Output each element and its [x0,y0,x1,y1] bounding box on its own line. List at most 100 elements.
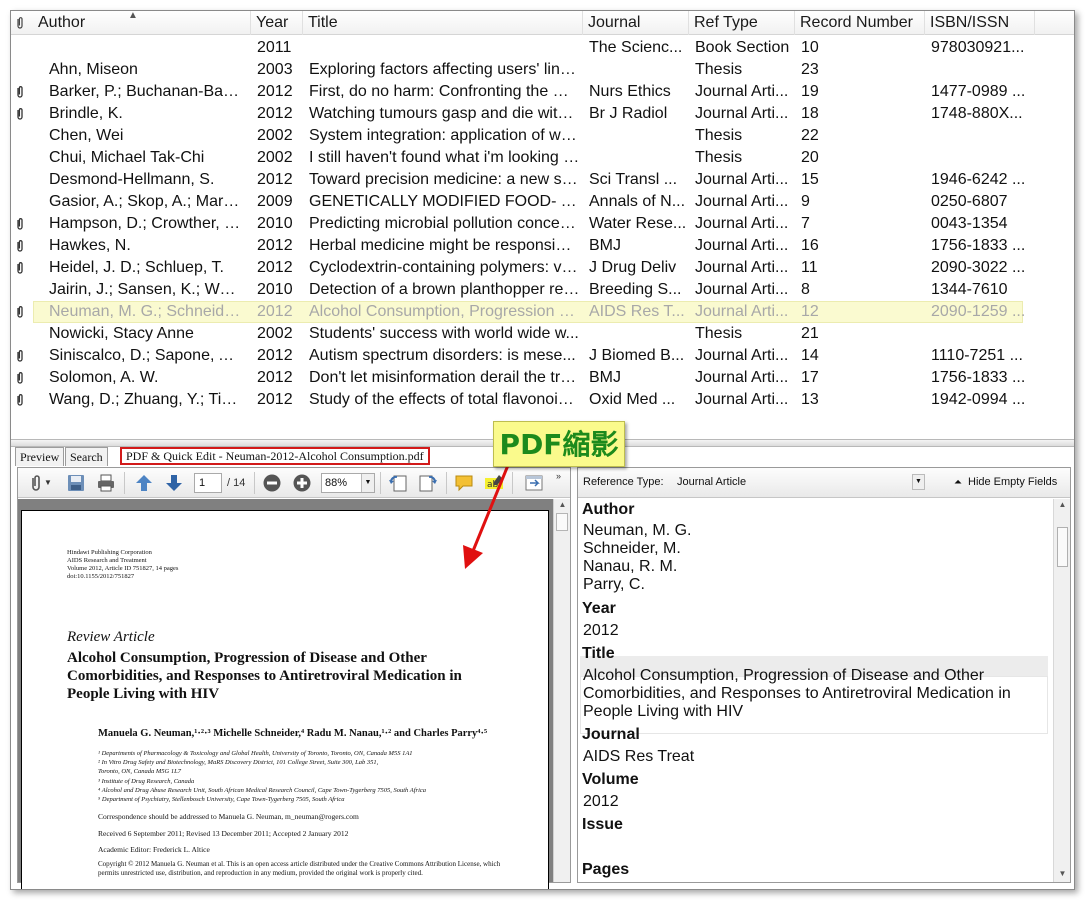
cell-isbn-issn: 0043-1354 [931,215,1008,232]
rotate-left-icon[interactable] [388,473,408,493]
cell-journal: Sci Transl ... [589,171,678,188]
tab-preview[interactable]: Preview [15,447,65,466]
column-header-journal[interactable]: Journal [583,11,689,35]
cell-record-number: 20 [801,149,819,166]
chevron-down-icon[interactable]: ▼ [912,474,925,490]
table-row[interactable]: Brindle, K. 2012 Watching tumours gasp and… [11,103,1074,125]
field-label-pages: Pages [582,861,630,878]
next-page-icon[interactable] [164,473,184,493]
toolbar-overflow-icon[interactable]: » [556,470,566,490]
table-row[interactable]: Barker, P.; Buchanan-Bark... 2012 First, d… [11,81,1074,103]
field-value-journal[interactable]: AIDS Res Treat [583,748,694,766]
pdf-publisher: Hindawi Publishing Corporation [67,549,152,556]
cell-ref-type: Journal Arti... [695,105,789,122]
cell-ref-type: Journal Arti... [695,347,789,364]
table-row[interactable]: Heidel, J. D.; Schluep, T. 2012 Cyclodextr… [11,257,1074,279]
field-value-volume[interactable]: 2012 [583,793,619,811]
toolbar-separator [254,472,255,494]
cell-record-number: 23 [801,61,819,78]
cell-author: Siniscalco, D.; Sapone, A.... [49,347,244,364]
field-label-journal: Journal [582,726,640,743]
column-header-record-number[interactable]: Record Number [795,11,925,35]
collapse-up-icon: ⏶ [954,477,962,488]
table-row[interactable]: Solomon, A. W. 2012 Don't let misinformati… [11,367,1074,389]
pdf-affiliation: ³ Institute of Drug Research, Canada [98,777,195,785]
scrollbar-thumb[interactable] [1057,527,1068,567]
cell-author: Gasior, A.; Skop, A.; Marci... [49,193,244,210]
column-header-label: Year [256,14,289,31]
page-number-input[interactable]: 1 [194,473,222,493]
column-header-title[interactable]: Title [303,11,583,35]
cell-year: 2010 [257,281,293,298]
cell-year: 2010 [257,215,293,232]
cell-journal: BMJ [589,369,621,386]
column-header-isbn-issn[interactable]: ISBN/ISSN [925,11,1035,35]
zoom-select[interactable]: 88% ▼ [321,473,375,493]
cell-year: 2011 [257,39,292,56]
pdf-thumbnail-callout: PDF縮影 [493,421,625,467]
cell-author: Chui, Michael Tak-Chi [49,149,205,166]
annotation-arrow [463,452,515,569]
cell-record-number: 11 [801,259,818,276]
scroll-up-icon[interactable]: ▲ [554,499,571,511]
attachment-column-icon[interactable] [15,16,25,30]
previous-page-icon[interactable] [134,473,154,493]
table-row[interactable]: Siniscalco, D.; Sapone, A.... 2012 Autism … [11,345,1074,367]
table-row[interactable]: Nowicki, Stacy Anne 2002 Students' success… [11,323,1074,345]
rotate-right-icon[interactable] [418,473,438,493]
reference-type-select[interactable]: Journal Article ▼ [675,474,925,492]
tab-pdf-quick-edit[interactable]: PDF & Quick Edit - Neuman-2012-Alcohol C… [120,447,430,465]
table-row[interactable]: Wang, D.; Zhuang, Y.; Tian,... 2012 Study … [11,389,1074,411]
cell-record-number: 21 [801,325,819,342]
scrollbar-thumb[interactable] [556,513,568,531]
pdf-correspondence: Correspondence should be addressed to Ma… [98,812,359,821]
cell-year: 2002 [257,127,293,144]
cell-isbn-issn: 1942-0994 ... [931,391,1026,408]
attach-file-icon[interactable] [26,473,46,493]
table-row-selected[interactable]: Neuman, M. G.; Schneider... 2012 Alcohol C… [11,301,1074,323]
cell-record-number: 12 [801,303,819,320]
cell-ref-type: Journal Arti... [695,259,789,276]
cell-year: 2002 [257,325,293,342]
column-header-author[interactable]: ▲ Author [33,11,251,35]
reference-vertical-scrollbar[interactable]: ▲ ▼ [1053,499,1070,882]
cell-record-number: 9 [801,193,810,210]
attach-dropdown-icon[interactable]: ▼ [44,473,54,493]
cell-author: Desmond-Hellmann, S. [49,171,215,188]
column-header-ref-type[interactable]: Ref Type [689,11,795,35]
tab-search[interactable]: Search [65,447,108,466]
table-row[interactable]: 2011 The Scienc... Book Section 10 978030921… [11,37,1074,59]
field-value-author[interactable]: Neuman, M. G. Schneider, M. Nanau, R. M.… [583,522,691,594]
table-row[interactable]: Hawkes, N. 2012 Herbal medicine might be r… [11,235,1074,257]
cell-isbn-issn: 1756-1833 ... [931,369,1026,386]
zoom-in-icon[interactable] [292,473,312,493]
hide-empty-fields-button[interactable]: ⏶ Hide Empty Fields [954,476,1057,488]
cell-ref-type: Journal Arti... [695,83,789,100]
cell-ref-type: Thesis [695,127,743,144]
column-header-year[interactable]: Year [251,11,303,35]
table-row[interactable]: Gasior, A.; Skop, A.; Marci... 2009 GENETI… [11,191,1074,213]
save-icon[interactable] [66,473,86,493]
table-row[interactable]: Jairin, J.; Sansen, K.; Won... 2010 Detect… [11,279,1074,301]
scroll-down-icon[interactable]: ▼ [1054,868,1071,880]
scroll-up-icon[interactable]: ▲ [1054,499,1071,511]
cell-year: 2003 [257,61,293,78]
chevron-down-icon[interactable]: ▼ [361,474,374,492]
print-icon[interactable] [96,473,116,493]
cell-title: Herbal medicine might be responsibl... [309,237,580,254]
pdf-vertical-scrollbar[interactable]: ▲ [553,499,570,882]
field-value-title[interactable]: Alcohol Consumption, Progression of Dise… [583,667,1011,721]
field-value-year[interactable]: 2012 [583,622,619,640]
table-row[interactable]: Ahn, Miseon 2003 Exploring factors affecti… [11,59,1074,81]
table-row[interactable]: Hampson, D.; Crowther, J.... 2010 Predicti… [11,213,1074,235]
table-row[interactable]: Desmond-Hellmann, S. 2012 Toward precision… [11,169,1074,191]
table-row[interactable]: Chui, Michael Tak-Chi 2002 I still haven't… [11,147,1074,169]
table-row[interactable]: Chen, Wei 2002 System integration: applica… [11,125,1074,147]
cell-journal: Br J Radiol [589,105,668,122]
cell-record-number: 15 [801,171,819,188]
page-total: / 14 [227,477,246,489]
field-value-issue[interactable] [583,838,1043,856]
zoom-out-icon[interactable] [262,473,282,493]
cell-title: Autism spectrum disorders: is mese... [309,347,576,364]
cell-isbn-issn [926,323,1026,345]
